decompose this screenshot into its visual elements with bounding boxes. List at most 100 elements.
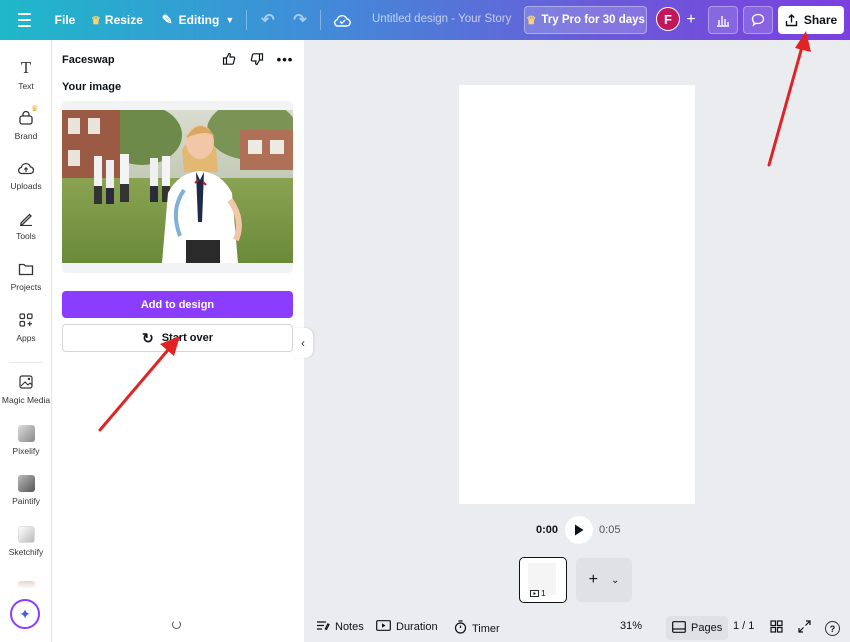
avatar[interactable]: F xyxy=(656,7,680,31)
share-button[interactable]: Share xyxy=(778,6,844,34)
crown-icon: ♛ xyxy=(31,104,39,113)
grid-view-icon[interactable] xyxy=(770,620,783,633)
notes-label: Notes xyxy=(335,621,364,633)
add-page-button[interactable]: + ⌄ xyxy=(576,558,632,602)
divider xyxy=(246,10,247,30)
chevron-down-icon: ▼ xyxy=(225,15,235,25)
magic-assistant-icon[interactable]: ✦ xyxy=(10,599,40,629)
rail-item-apps[interactable]: Apps xyxy=(0,310,52,343)
notes-icon xyxy=(316,620,330,634)
chevron-left-icon: ‹ xyxy=(301,336,305,350)
page-thumbnail[interactable]: 1 xyxy=(519,557,567,603)
try-pro-button[interactable]: ♛ Try Pro for 30 days xyxy=(524,6,647,34)
crown-icon: ♛ xyxy=(91,14,101,27)
duration-button[interactable]: Duration xyxy=(376,620,438,634)
zoom-level[interactable]: 31% xyxy=(620,620,642,632)
timer-label: Timer xyxy=(472,622,500,635)
text-icon: T xyxy=(20,59,31,77)
rail-item-brand[interactable]: Brand ♛ xyxy=(0,104,52,141)
rail-item-label: Pixelify xyxy=(12,446,40,456)
uploaded-photo xyxy=(62,110,293,263)
refresh-icon: ↻ xyxy=(141,329,154,346)
file-menu-button[interactable]: File xyxy=(52,6,78,34)
comment-icon[interactable] xyxy=(743,6,773,34)
timer-icon xyxy=(454,620,467,637)
divider xyxy=(10,362,42,363)
editing-label: Editing xyxy=(178,13,220,27)
play-icon xyxy=(575,524,584,536)
rail-item-text[interactable]: T Text xyxy=(0,58,52,91)
panel-title: Faceswap xyxy=(62,54,115,66)
crown-icon: ♛ xyxy=(526,15,537,27)
document-title[interactable]: Untitled design - Your Story xyxy=(372,13,511,25)
projects-icon xyxy=(18,259,34,279)
thumbs-down-icon[interactable] xyxy=(250,51,264,67)
top-toolbar: File ♛ Resize ✎ Editing ▼ ↶ ↷ Untitled d… xyxy=(0,0,850,40)
resize-button[interactable]: ♛ Resize xyxy=(91,6,143,34)
pixelify-thumbnail xyxy=(17,424,35,442)
rail-item-magic-media[interactable]: Magic Media xyxy=(0,372,52,405)
resize-label: Resize xyxy=(104,13,143,27)
sketchify-thumbnail xyxy=(17,525,35,543)
chevron-down-icon[interactable]: ⌄ xyxy=(611,575,619,586)
thumbs-up-icon[interactable] xyxy=(222,51,236,67)
collapse-panel-button[interactable]: ‹ xyxy=(293,328,313,358)
rail-item-label: Apps xyxy=(16,333,36,343)
pages-label: Pages xyxy=(691,622,723,634)
pages-button[interactable]: Pages xyxy=(666,616,729,640)
add-to-design-button[interactable]: Add to design xyxy=(62,291,293,318)
fullscreen-icon[interactable] xyxy=(798,620,811,633)
help-icon[interactable]: ? xyxy=(825,621,840,636)
menu-icon[interactable] xyxy=(10,6,38,34)
rail-item-sketchify[interactable]: Sketchify xyxy=(0,524,52,557)
undo-icon[interactable]: ↶ xyxy=(256,6,280,34)
rail-item-label: Magic Media xyxy=(1,395,51,405)
rail-item-label: Tools xyxy=(16,231,36,241)
playback-controls: 0:00 0:05 xyxy=(536,516,620,544)
rail-item-projects[interactable]: Projects xyxy=(0,259,52,292)
arrow-to-share xyxy=(767,31,811,167)
tools-icon xyxy=(18,208,34,228)
rail-item-paintify[interactable]: Paintify xyxy=(0,473,52,506)
apps-icon xyxy=(18,310,34,330)
rail-item-more[interactable] xyxy=(0,575,52,598)
play-button[interactable] xyxy=(565,516,594,544)
your-image-heading: Your image xyxy=(62,81,122,93)
rail-item-uploads[interactable]: Uploads xyxy=(0,158,52,191)
rail-item-label: Uploads xyxy=(10,181,42,191)
share-icon xyxy=(785,13,798,26)
editing-mode-button[interactable]: ✎ Editing ▼ xyxy=(158,6,238,34)
start-over-button[interactable]: ↻ Start over xyxy=(62,324,293,352)
analytics-icon[interactable] xyxy=(708,6,738,34)
more-options-icon[interactable]: ••• xyxy=(277,51,293,67)
duration-label: Duration xyxy=(396,621,438,633)
loading-spinner-icon xyxy=(172,620,181,629)
start-over-label: Start over xyxy=(161,332,214,344)
rail-item-label: Brand xyxy=(14,131,38,141)
paintify-thumbnail xyxy=(17,474,35,492)
timer-button[interactable]: Timer xyxy=(454,620,500,637)
design-page[interactable] xyxy=(459,85,695,504)
page-thumbnail-number: 1 xyxy=(530,588,546,598)
page-count: 1 / 1 xyxy=(733,620,755,632)
bottom-toolbar: Notes Duration Timer 31% Pages 1 / 1 ? xyxy=(304,614,850,642)
divider xyxy=(320,10,321,30)
notes-button[interactable]: Notes xyxy=(316,620,364,634)
image-preview-frame xyxy=(62,101,293,273)
total-time: 0:05 xyxy=(599,524,621,536)
uploads-icon xyxy=(18,158,34,178)
plus-icon: + xyxy=(588,571,598,588)
cloud-saved-icon[interactable] xyxy=(330,6,354,34)
rail-item-pixelify[interactable]: Pixelify xyxy=(0,423,52,456)
faceswap-panel: Faceswap ••• Your image Add to design ↻ … xyxy=(52,40,304,642)
pencil-icon: ✎ xyxy=(161,12,173,27)
app-thumbnail xyxy=(17,581,35,589)
rail-item-tools[interactable]: Tools xyxy=(0,208,52,241)
redo-icon[interactable]: ↷ xyxy=(288,6,312,34)
rail-item-label: Sketchify xyxy=(8,547,44,557)
magic-media-icon xyxy=(18,372,34,392)
try-pro-label: Try Pro for 30 days xyxy=(541,14,645,26)
video-page-icon xyxy=(530,589,539,597)
add-collaborator-icon[interactable]: + xyxy=(680,6,702,34)
rail-item-label: Text xyxy=(18,81,34,91)
